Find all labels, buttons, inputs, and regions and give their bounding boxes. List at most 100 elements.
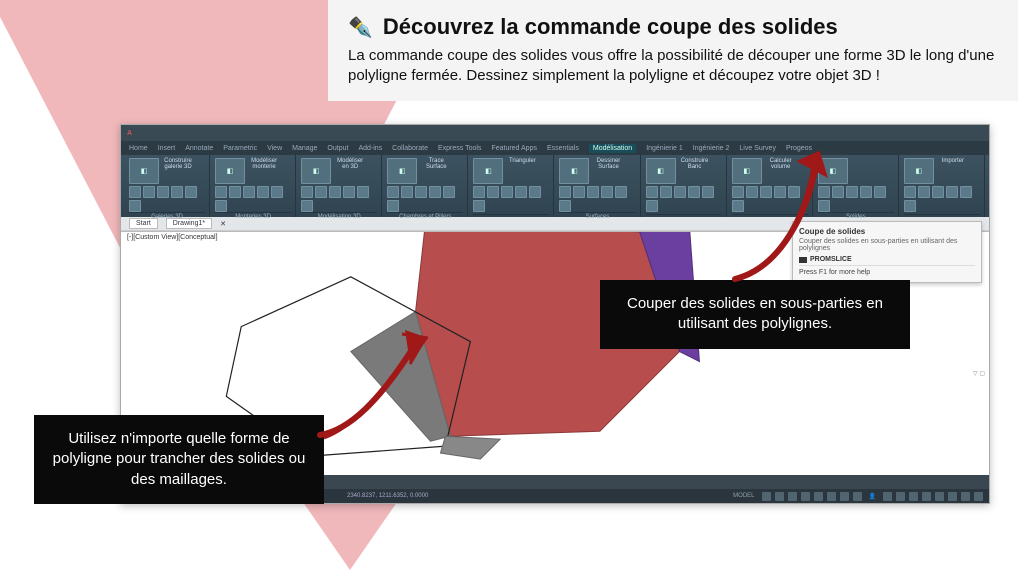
ribbon-small-button[interactable] [129,200,141,212]
ribbon-small-button[interactable] [874,186,886,198]
status-icon[interactable] [853,492,862,501]
ribbon-small-button[interactable] [515,186,527,198]
ribbon-small-button[interactable] [559,186,571,198]
status-icon[interactable] [948,492,957,501]
ribbon-small-button[interactable] [171,186,183,198]
ribbon-small-button[interactable] [529,186,541,198]
ribbon-tab[interactable]: Express Tools [438,145,481,152]
ribbon-tab[interactable]: Add-ins [358,145,382,152]
ribbon-panel[interactable]: ◧Trianguler [469,155,554,217]
ribbon-small-button[interactable] [129,186,141,198]
ribbon-button[interactable]: ◧ [904,158,934,184]
ribbon-tab[interactable]: View [267,145,282,152]
ribbon-tab[interactable]: Featured Apps [491,145,537,152]
ribbon-tab[interactable]: Annotate [185,145,213,152]
ribbon-small-button[interactable] [473,186,485,198]
ribbon-button[interactable]: ◧ [387,158,417,184]
file-tab-drawing[interactable]: Drawing1* [166,218,212,229]
status-icon[interactable] [961,492,970,501]
ribbon-button[interactable]: ◧ [646,158,676,184]
ribbon-small-button[interactable] [674,186,686,198]
ribbon-button[interactable]: ◧ [215,158,245,184]
ribbon-small-button[interactable] [559,200,571,212]
ribbon-small-button[interactable] [215,186,227,198]
status-icon[interactable] [840,492,849,501]
ribbon-small-button[interactable] [646,200,658,212]
ribbon-button[interactable]: ◧ [129,158,159,184]
ribbon-small-button[interactable] [587,186,599,198]
ribbon-panel[interactable]: ◧Modéliser en 3DModélisation 3D [297,155,382,217]
ribbon-small-button[interactable] [646,186,658,198]
ribbon-panel[interactable]: ◧Trace SurfaceChambres et Piliers [383,155,468,217]
ribbon-small-button[interactable] [473,200,485,212]
ribbon-small-button[interactable] [229,186,241,198]
ribbon-small-button[interactable] [301,200,313,212]
status-person-icon[interactable]: 👤 [866,493,879,500]
status-icon[interactable] [814,492,823,501]
ribbon-panel[interactable]: ◧Dessiner SurfaceSurfaces [555,155,640,217]
ribbon-small-button[interactable] [615,186,627,198]
ribbon-panel[interactable]: ◧Importer [900,155,985,217]
ribbon-tab[interactable]: Output [327,145,348,152]
ribbon-small-button[interactable] [960,186,972,198]
ribbon-small-button[interactable] [904,200,916,212]
status-icon[interactable] [974,492,983,501]
status-icon[interactable] [896,492,905,501]
ribbon-small-button[interactable] [301,186,313,198]
ribbon-small-button[interactable] [573,186,585,198]
ribbon-small-button[interactable] [601,186,613,198]
ribbon-small-button[interactable] [257,186,269,198]
ribbon-small-button[interactable] [357,186,369,198]
ribbon-small-button[interactable] [702,186,714,198]
ribbon-small-button[interactable] [387,186,399,198]
ribbon-small-button[interactable] [315,186,327,198]
ribbon-tab[interactable]: Home [129,145,148,152]
file-tab-start[interactable]: Start [129,218,158,229]
status-icon[interactable] [788,492,797,501]
ribbon-small-button[interactable] [932,186,944,198]
ribbon-tab[interactable]: Modélisation [589,144,636,153]
status-icon[interactable] [922,492,931,501]
status-icon[interactable] [801,492,810,501]
ribbon-small-button[interactable] [443,186,455,198]
status-icon[interactable] [762,492,771,501]
status-icon[interactable] [775,492,784,501]
ribbon-small-button[interactable] [329,186,341,198]
ribbon-tab[interactable]: Parametric [223,145,257,152]
ribbon-small-button[interactable] [401,186,413,198]
ribbon-small-button[interactable] [271,186,283,198]
ribbon-panel[interactable]: ◧Modéliser monterieMonteries 3D [211,155,296,217]
ribbon-small-button[interactable] [860,186,872,198]
ribbon-panel[interactable]: ◧Construire galerie 3DGaleries 3D [125,155,210,217]
ribbon-tab[interactable]: Ingénierie 1 [646,145,683,152]
ribbon-small-button[interactable] [215,200,227,212]
ribbon-small-button[interactable] [143,186,155,198]
ribbon-small-button[interactable] [904,186,916,198]
ribbon-small-button[interactable] [157,186,169,198]
ribbon-small-button[interactable] [660,186,672,198]
ribbon-button[interactable]: ◧ [559,158,589,184]
ribbon-small-button[interactable] [429,186,441,198]
status-model-space[interactable]: MODEL [730,493,757,499]
ribbon-button[interactable]: ◧ [301,158,331,184]
cad-ribbon[interactable]: ◧Construire galerie 3DGaleries 3D◧Modéli… [121,155,989,217]
ribbon-small-button[interactable] [343,186,355,198]
ribbon-small-button[interactable] [243,186,255,198]
ribbon-tab[interactable]: Collaborate [392,145,428,152]
ribbon-small-button[interactable] [415,186,427,198]
ribbon-small-button[interactable] [501,186,513,198]
cad-ribbon-tabs[interactable]: HomeInsertAnnotateParametricViewManageOu… [121,141,989,155]
ribbon-small-button[interactable] [918,186,930,198]
status-icon[interactable] [883,492,892,501]
status-icon[interactable] [827,492,836,501]
ribbon-button[interactable]: ◧ [473,158,503,184]
nav-triangle-icon[interactable]: ▽ ▢ [973,370,985,377]
ribbon-small-button[interactable] [487,186,499,198]
ribbon-tab[interactable]: Essentials [547,145,579,152]
ribbon-small-button[interactable] [185,186,197,198]
ribbon-small-button[interactable] [946,186,958,198]
ribbon-small-button[interactable] [387,200,399,212]
ribbon-tab[interactable]: Manage [292,145,317,152]
ribbon-panel[interactable]: ◧Construire Banc [642,155,727,217]
ribbon-small-button[interactable] [688,186,700,198]
